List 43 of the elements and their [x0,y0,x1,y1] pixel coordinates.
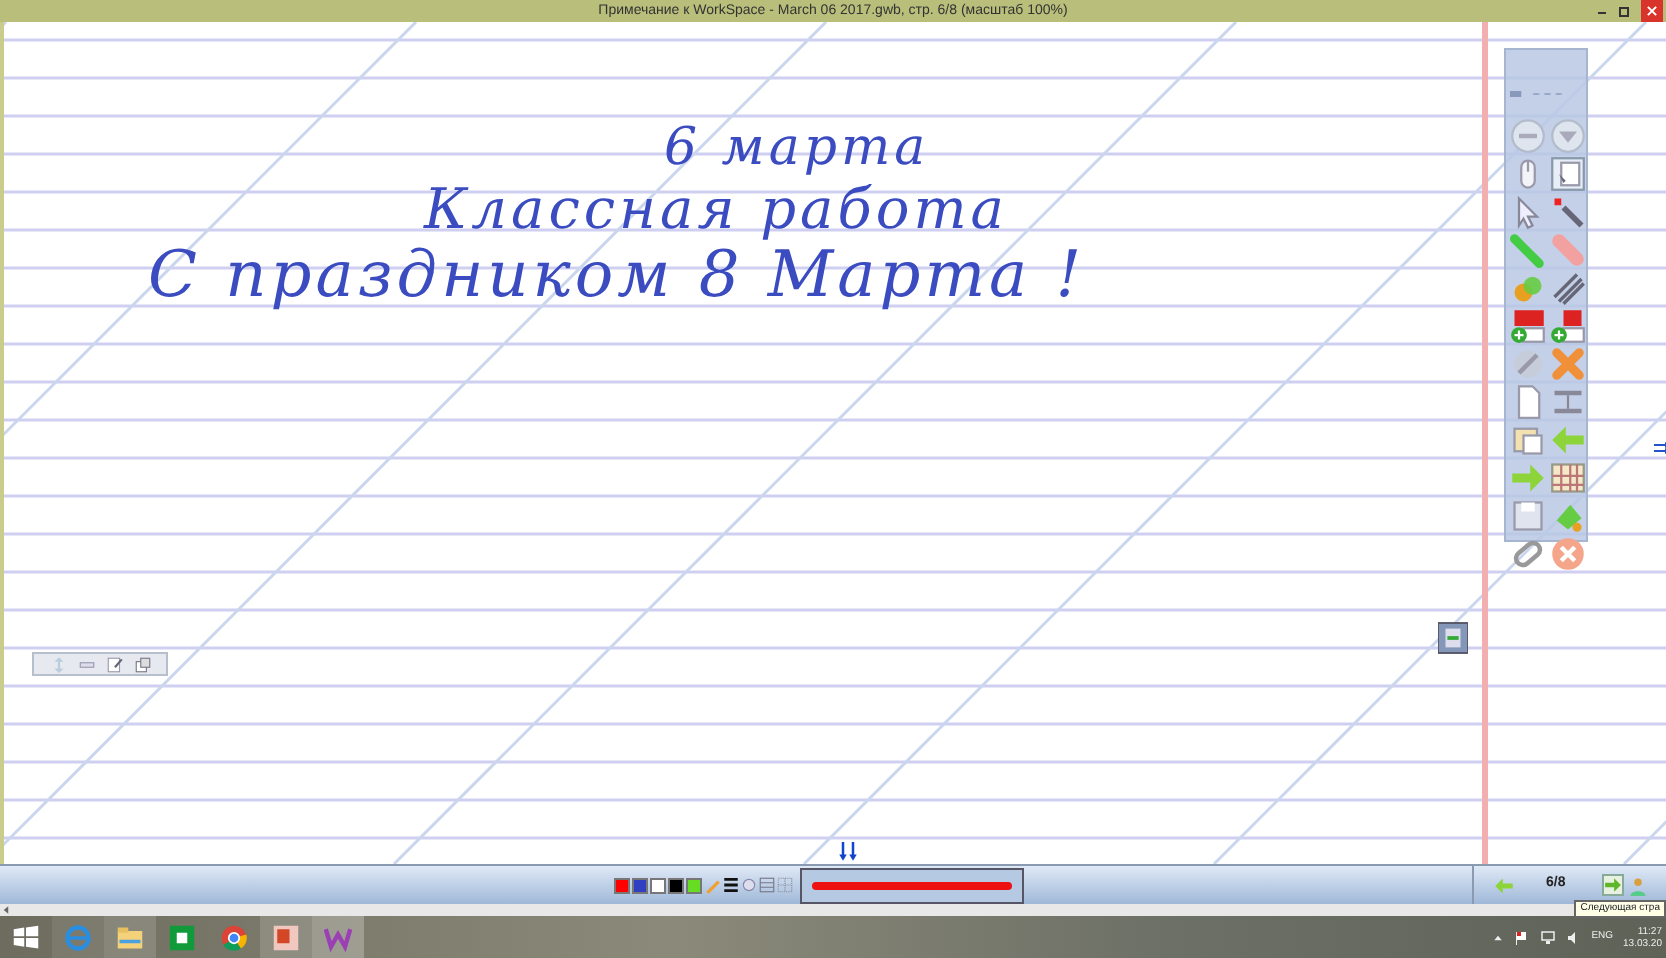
double-arrow-icon[interactable] [1652,440,1666,456]
page-cursor-icon[interactable] [1550,156,1586,192]
list-icon[interactable] [758,876,776,894]
w-logo-icon[interactable] [324,923,352,951]
paperclip-icon[interactable] [1510,536,1546,572]
color-swatch[interactable] [686,877,702,893]
caret-up-icon[interactable] [1491,931,1504,943]
picture-icon[interactable] [1510,422,1546,458]
pen-preview[interactable] [800,867,1024,903]
marker-icon[interactable] [1510,232,1546,268]
text-add-icon[interactable] [1510,308,1546,344]
folder-icon[interactable] [116,923,144,951]
store-icon[interactable] [168,923,196,951]
dotted-grid-icon[interactable] [776,876,794,894]
color-swatch[interactable] [614,877,630,893]
maximize-icon[interactable] [1616,3,1632,19]
user-icon[interactable] [1627,875,1648,895]
chrome-icon[interactable] [220,923,248,951]
network-icon[interactable] [1539,929,1556,945]
next-page-button[interactable] [1601,874,1624,896]
line-width-icon[interactable] [722,876,740,894]
edit-icon[interactable] [106,655,124,673]
windows-icon[interactable] [12,923,40,951]
down-arrows-icon[interactable] [836,842,860,862]
formula-add-icon[interactable] [1550,308,1586,344]
close-icon[interactable] [1638,0,1666,22]
handwritten-text: С праздником 8 Марта ! [148,242,1086,306]
grid-icon[interactable] [1550,460,1586,496]
down-circle-icon[interactable] [1550,118,1586,154]
save-icon[interactable] [1510,498,1546,534]
pen-icon[interactable] [1550,194,1586,230]
color-swatch[interactable] [650,877,666,893]
windows-stack-icon[interactable] [134,655,152,673]
handwritten-text: Классная работа [424,182,1008,238]
close-circle-icon[interactable] [1550,536,1586,572]
handwritten-text: 6 марта [664,122,930,174]
color-swatch[interactable] [668,877,684,893]
color-swatch[interactable] [632,877,648,893]
forward-arrow-icon [1603,876,1622,894]
lines-icon[interactable] [1550,270,1586,306]
minus-circle-icon[interactable] [1510,118,1546,154]
presentation-icon[interactable] [272,923,300,951]
flag-icon[interactable] [1513,929,1530,945]
